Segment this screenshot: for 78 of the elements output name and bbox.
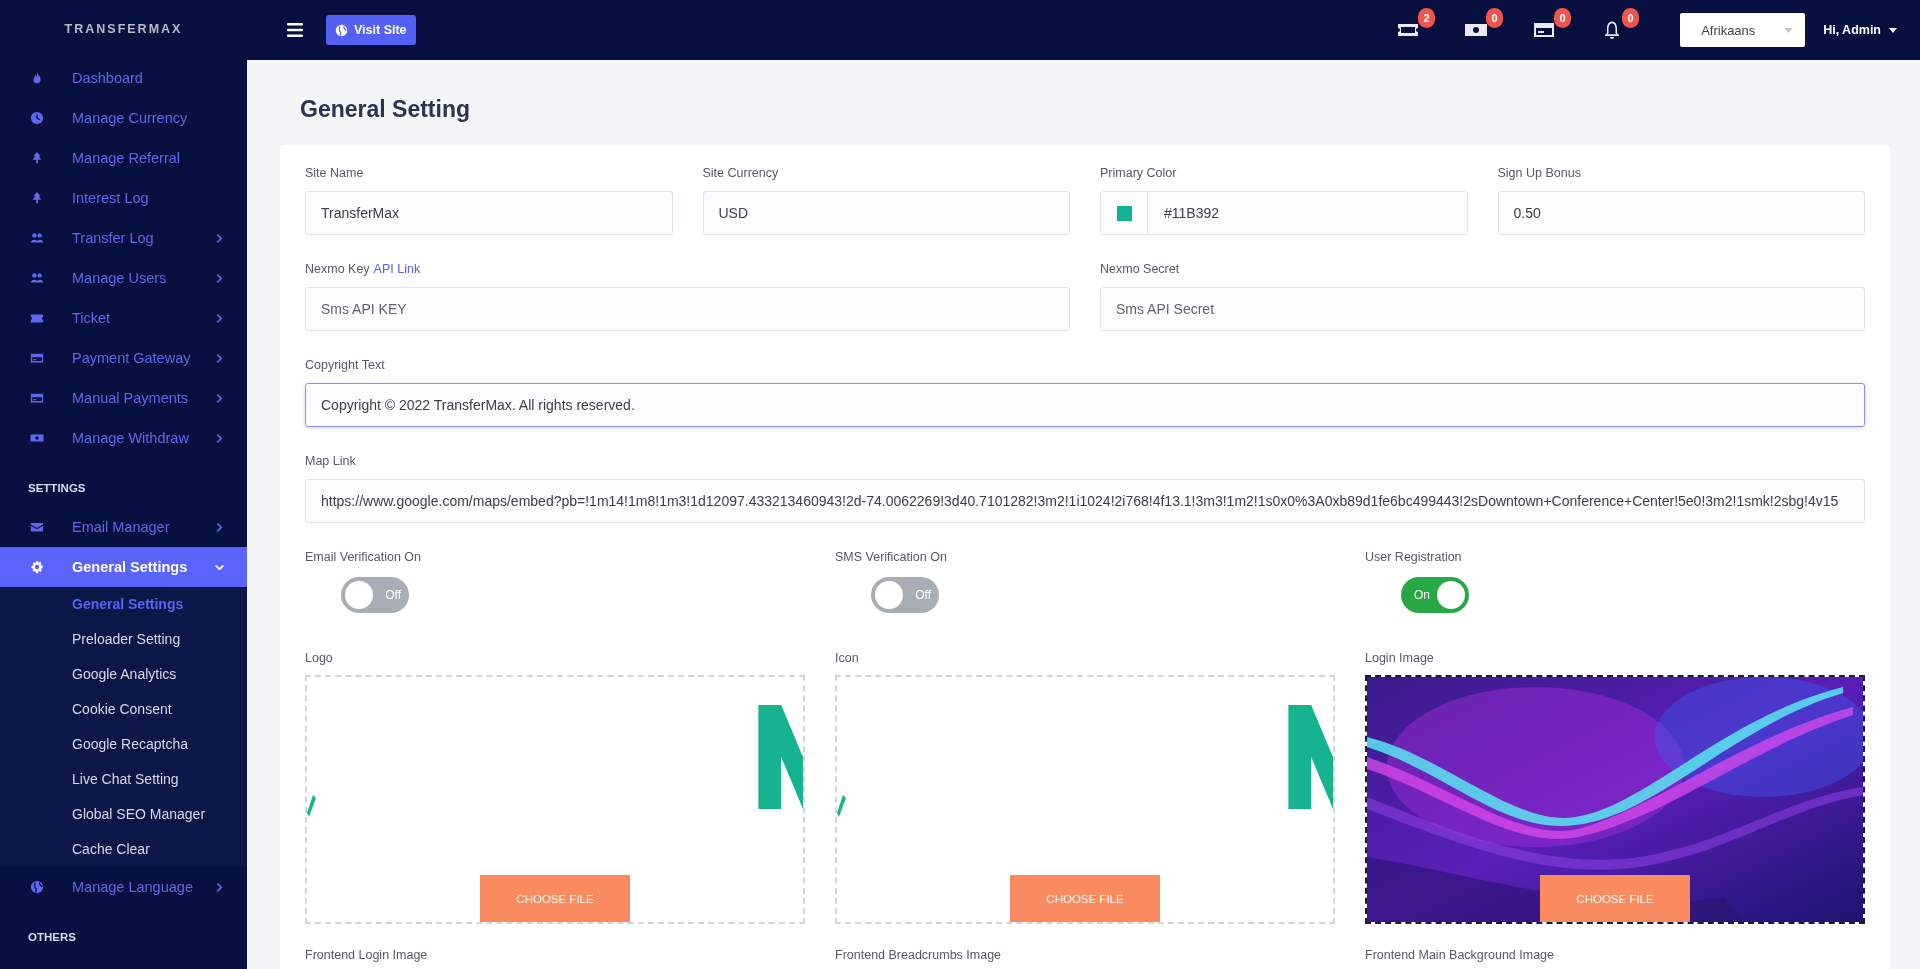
nav-item[interactable]: General Settings [0, 547, 247, 587]
toggle-label: Email Verification On [305, 549, 423, 565]
field-label: Copyright Text [305, 357, 385, 373]
field-label: Nexmo Secret [1100, 261, 1180, 277]
card-icon [30, 391, 44, 405]
count-badge: 0 [1554, 8, 1572, 28]
field-label: Primary Color [1100, 165, 1177, 181]
gear-icon [30, 560, 44, 574]
nav-item[interactable]: Transfer Log [0, 218, 247, 258]
nav-item[interactable]: Email Manager [0, 507, 247, 547]
caret-icon [1889, 27, 1897, 33]
toggle-label: User Registration [1365, 549, 1463, 565]
nav-item[interactable]: Payment Gateway [0, 338, 247, 378]
submenu-item[interactable]: Google Recaptcha [0, 727, 247, 762]
input-field[interactable]: Copyright © 2022 TransferMax. All rights reserved. [305, 383, 1865, 427]
count-badge: 0 [1622, 8, 1640, 28]
submenu-item[interactable]: Google Analytics [0, 657, 247, 692]
api-link[interactable]: API Link [373, 262, 421, 276]
visit-site-button[interactable]: Visit Site [326, 15, 416, 45]
nav-item[interactable]: Manual Payments [0, 378, 247, 418]
language-select[interactable]: Afrikaans [1680, 13, 1806, 47]
input-field[interactable]: https://www.google.com/maps/embed?pb=!1m14!1m8!1m3!1d12097.433213460943!2d-74.0062269!3d40.7101282!3m2!1i1024!2i768!4f13.1!3m3!1m2!1s0x0%3A0xb89d1fe6bc499443!2sDowntown+Conference+Center!5e0!3m2!1smk!2sbg!4v15 [305, 479, 1865, 523]
field-label: Site Currency [702, 165, 779, 181]
tree-icon [30, 191, 44, 205]
nav-item[interactable]: Manage Referral [0, 138, 247, 178]
user-menu[interactable]: Hi, Admin [1823, 23, 1897, 37]
count-badge: 2 [1418, 8, 1436, 28]
globe-icon [30, 880, 44, 894]
input-field[interactable]: Sms API KEY [305, 287, 1070, 331]
count-badge: 0 [1486, 8, 1504, 28]
users-icon [30, 231, 44, 245]
input-field[interactable]: TransferMax [305, 191, 673, 235]
image-label: Login Image [1365, 650, 1435, 666]
nav-item[interactable]: Interest Log [0, 178, 247, 218]
submenu-item[interactable]: Live Chat Setting [0, 762, 247, 797]
toggle-switch[interactable]: On [1401, 577, 1469, 613]
choose-file-button[interactable]: CHOOSE FILE [480, 875, 630, 922]
caret-icon [1784, 27, 1794, 33]
input-field[interactable]: 0.50 [1497, 191, 1865, 235]
choose-file-button[interactable]: CHOOSE FILE [1540, 875, 1690, 922]
field-label: Site Name [305, 165, 364, 181]
field-label: Sign Up Bonus [1497, 165, 1581, 181]
globe-icon [335, 23, 348, 37]
nav-item[interactable]: Manage Withdraw [0, 418, 247, 458]
card-icon [30, 351, 44, 365]
clock-icon [30, 111, 44, 125]
image-label: Frontend Login Image [305, 947, 429, 963]
field-label: Map Link [305, 453, 356, 469]
image-label: Frontend Main Background Image [1365, 947, 1555, 963]
image-label: Icon [835, 650, 860, 666]
color-swatch [1116, 205, 1132, 221]
tree-icon [30, 151, 44, 165]
card-icon[interactable] [1532, 20, 1557, 40]
users-icon [30, 271, 44, 285]
nav-item[interactable]: Manage Users [0, 258, 247, 298]
section-heading: SETTINGS [27, 481, 87, 496]
nav-item[interactable]: Manage Language [0, 867, 247, 907]
submenu-item[interactable]: Preloader Setting [0, 622, 247, 657]
input-field[interactable]: USD [702, 191, 1070, 235]
section-heading: OTHERS [27, 930, 77, 945]
brand-name: TRANSFERMAX [63, 21, 184, 38]
toggle-label: SMS Verification On [835, 549, 948, 565]
input-field[interactable]: Sms API Secret [1100, 287, 1865, 331]
nav-item[interactable]: Ticket [0, 298, 247, 338]
image-label: Frontend Breadcrumbs Image [835, 947, 1003, 963]
page-title: General Setting [299, 95, 471, 124]
submenu-item[interactable]: Global SEO Manager [0, 797, 247, 832]
submenu-item[interactable]: General Settings [0, 587, 247, 622]
image-label: Logo [305, 650, 334, 666]
submenu-item[interactable]: Cache Clear [0, 832, 247, 867]
field-label: Nexmo Key [305, 261, 370, 277]
nav-item[interactable]: Manage Currency [0, 98, 247, 138]
envelope-icon [30, 520, 44, 534]
submenu-item[interactable]: Cookie Consent [0, 692, 247, 727]
menu-icon[interactable] [287, 23, 303, 37]
color-field[interactable]: #11B392 [1100, 191, 1468, 235]
choose-file-button[interactable]: CHOOSE FILE [1010, 875, 1160, 922]
nav-item[interactable]: Dashboard [0, 58, 247, 98]
